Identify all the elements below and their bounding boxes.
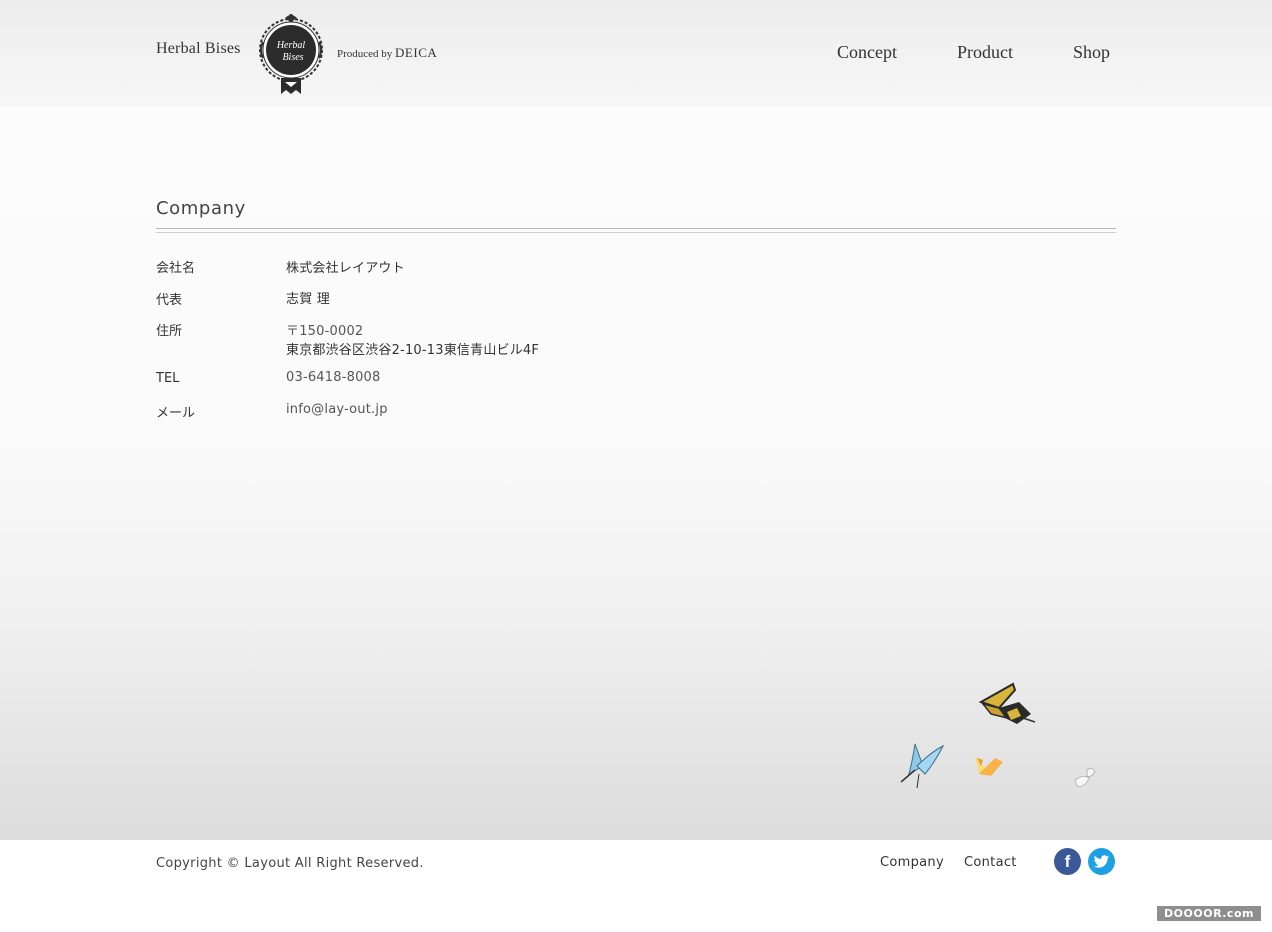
orange-butterfly-icon — [975, 756, 1003, 776]
nav-concept[interactable]: Concept — [837, 42, 897, 63]
value-postal-code: 〒150-0002 — [286, 324, 364, 339]
produced-brand: DEICA — [395, 45, 438, 60]
nav-product[interactable]: Product — [957, 42, 1013, 63]
footer-link-company[interactable]: Company — [880, 855, 944, 870]
value-address: 東京都渋谷区渋谷2-10-13東信青山ビル4F — [286, 343, 540, 358]
butterflies-illustration — [900, 682, 1096, 789]
swallowtail-butterfly-icon — [978, 682, 1036, 724]
value-tel[interactable]: 03-6418-8008 — [286, 370, 381, 385]
site-footer: Copyright © Layout All Right Reserved. C… — [0, 840, 1272, 932]
nav-shop[interactable]: Shop — [1073, 42, 1110, 63]
twitter-icon — [1093, 854, 1110, 868]
brand-name[interactable]: Herbal Bises — [156, 40, 241, 58]
brand-emblem-logo[interactable]: Herbal Bises — [257, 12, 325, 96]
value-email[interactable]: info@lay-out.jp — [286, 402, 388, 417]
label-email: メール — [156, 406, 196, 421]
label-company-name: 会社名 — [156, 261, 196, 276]
value-company-name: 株式会社レイアウト — [286, 261, 405, 276]
twitter-button[interactable] — [1088, 848, 1115, 875]
produced-by-label: Produced by DEICA — [337, 45, 437, 61]
label-tel: TEL — [156, 371, 180, 386]
value-representative: 志賀 理 — [286, 292, 330, 307]
svg-text:Herbal: Herbal — [276, 40, 306, 51]
copyright-text: Copyright © Layout All Right Reserved. — [156, 856, 424, 871]
page-title: Company — [156, 198, 246, 219]
white-butterfly-icon — [1074, 768, 1096, 787]
watermark-badge: DOOOOR.com — [1157, 906, 1261, 921]
blue-butterfly-icon — [900, 743, 945, 789]
produced-prefix: Produced by — [337, 48, 393, 60]
facebook-button[interactable]: f — [1054, 848, 1081, 875]
footer-link-contact[interactable]: Contact — [964, 855, 1017, 870]
title-divider — [156, 228, 1116, 233]
label-representative: 代表 — [156, 293, 183, 308]
site-header: Herbal Bises Herbal Bises Produced by DE… — [0, 0, 1272, 106]
label-address: 住所 — [156, 324, 183, 339]
svg-text:Bises: Bises — [282, 52, 303, 63]
facebook-icon: f — [1064, 852, 1071, 871]
